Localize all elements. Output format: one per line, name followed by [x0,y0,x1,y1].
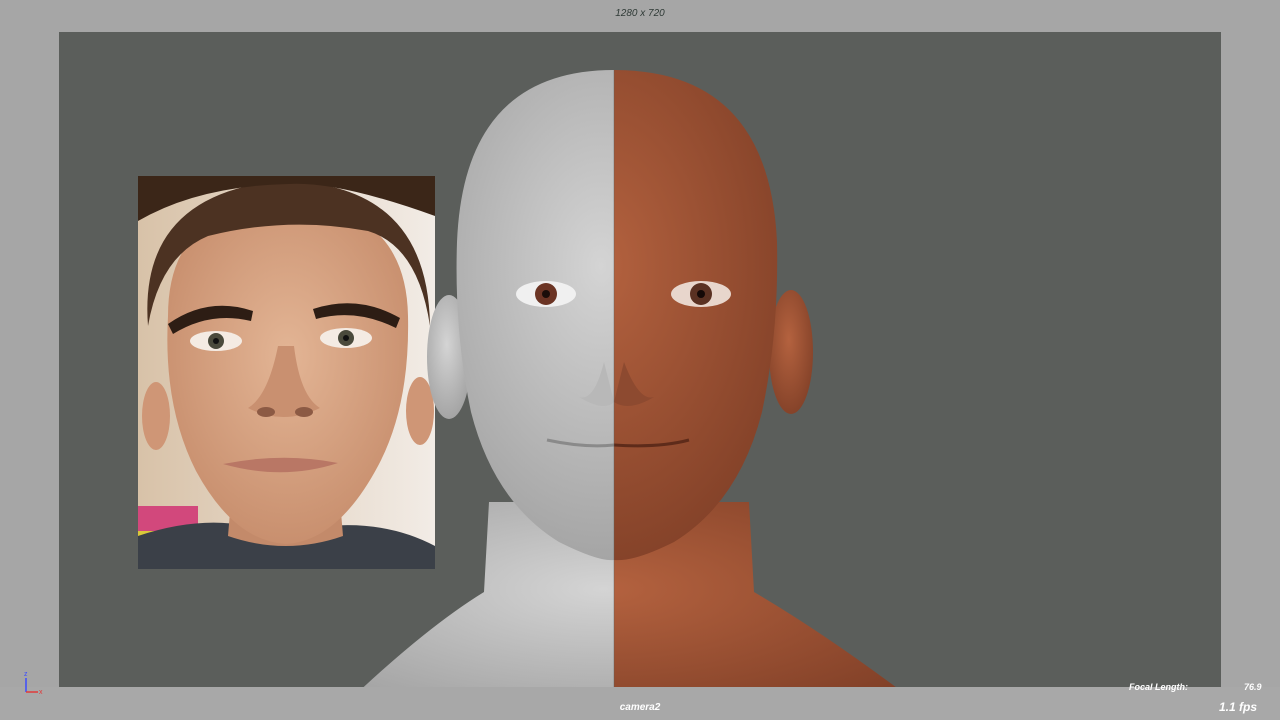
resolution-gate-label: 1280 x 720 [615,8,665,19]
3d-head-render [329,70,939,687]
axis-gizmo-icon: z x [24,671,43,696]
axis-z-label: z [24,671,28,678]
fps-readout: 1.1 fps [1219,700,1258,714]
axis-x-label: x [39,689,43,696]
focal-length-label: Focal Length: [1129,682,1188,692]
textured-half [614,70,939,687]
camera-name-label: camera2 [619,702,661,713]
3d-viewport[interactable] [59,32,1221,687]
focal-length-value: 76.9 [1244,682,1262,692]
